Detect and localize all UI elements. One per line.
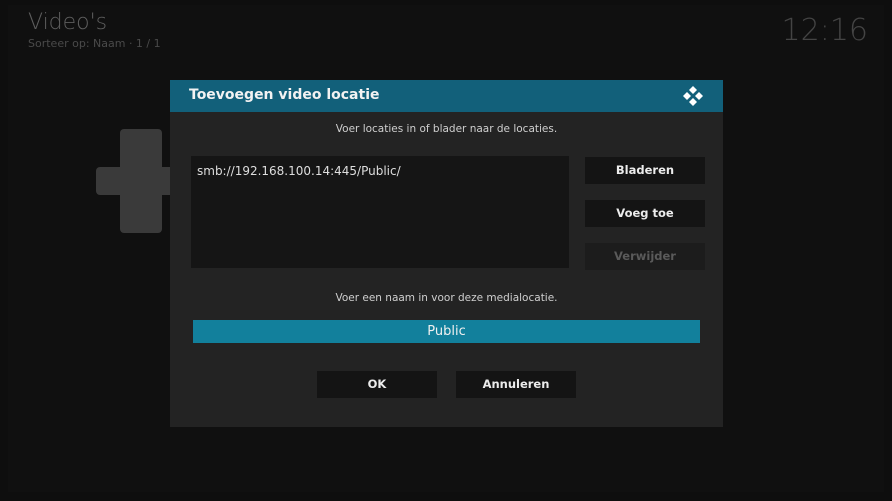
- cancel-button[interactable]: Annuleren: [456, 371, 576, 398]
- sort-info: Sorteer op: Naam · 1 / 1: [28, 37, 161, 50]
- add-button[interactable]: Voeg toe: [585, 200, 705, 227]
- remove-button[interactable]: Verwijder: [585, 243, 705, 270]
- clock: 12:16: [781, 13, 868, 48]
- kodi-logo-icon: [683, 86, 703, 106]
- dialog-header: Toevoegen video locatie: [170, 80, 723, 112]
- paths-instruction: Voer locaties in of blader naar de locat…: [335, 123, 558, 135]
- add-video-source-dialog: Toevoegen video locatie Voer locaties in…: [170, 80, 723, 427]
- page-title: Video's: [28, 10, 108, 35]
- source-path-item[interactable]: smb://192.168.100.14:445/Public/: [197, 164, 401, 178]
- dialog-title: Toevoegen video locatie: [189, 87, 380, 103]
- source-path-list[interactable]: smb://192.168.100.14:445/Public/: [191, 156, 569, 268]
- name-instruction: Voer een naam in voor deze medialocatie.: [335, 292, 558, 304]
- source-name-field[interactable]: Public: [193, 320, 700, 343]
- browse-button[interactable]: Bladeren: [585, 157, 705, 184]
- ok-button[interactable]: OK: [317, 371, 437, 398]
